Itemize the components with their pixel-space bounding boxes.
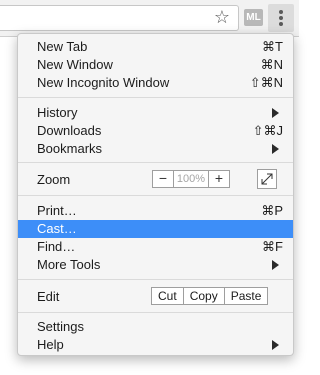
menu-dots-icon bbox=[279, 16, 283, 20]
copy-button[interactable]: Copy bbox=[182, 288, 224, 304]
menu-item-history[interactable]: History bbox=[18, 104, 293, 122]
browser-menu: New Tab ⌘T New Window ⌘N New Incognito W… bbox=[17, 33, 294, 356]
shortcut-label: ⌘F bbox=[262, 239, 283, 254]
zoom-level: 100% bbox=[173, 171, 209, 187]
menu-item-label: Find… bbox=[37, 239, 76, 254]
menu-item-label: Settings bbox=[37, 319, 84, 334]
menu-item-downloads[interactable]: Downloads ⇧⌘J bbox=[18, 122, 293, 140]
shortcut-label: ⇧⌘J bbox=[252, 123, 283, 138]
fullscreen-icon bbox=[261, 173, 273, 185]
menu-item-label: Print… bbox=[37, 203, 77, 218]
menu-item-label: Edit bbox=[37, 289, 60, 304]
menu-item-print[interactable]: Print… ⌘P bbox=[18, 202, 293, 220]
submenu-arrow-icon bbox=[272, 108, 279, 118]
edit-controls: Cut Copy Paste bbox=[151, 287, 269, 305]
menu-item-settings[interactable]: Settings bbox=[18, 318, 293, 336]
menu-button[interactable] bbox=[268, 4, 294, 32]
menu-item-new-incognito-window[interactable]: New Incognito Window ⇧⌘N bbox=[18, 74, 293, 92]
menu-item-new-tab[interactable]: New Tab ⌘T bbox=[18, 38, 293, 56]
menu-item-label: History bbox=[37, 105, 78, 120]
zoom-controls: − 100% + bbox=[152, 170, 230, 188]
submenu-arrow-icon bbox=[272, 144, 279, 154]
menu-dots-icon bbox=[279, 10, 283, 14]
menu-item-new-window[interactable]: New Window ⌘N bbox=[18, 56, 293, 74]
submenu-arrow-icon bbox=[272, 340, 279, 350]
menu-separator bbox=[18, 162, 293, 163]
menu-separator bbox=[18, 279, 293, 280]
menu-item-label: Bookmarks bbox=[37, 141, 103, 156]
menu-separator bbox=[18, 312, 293, 313]
menu-item-label: Help bbox=[37, 337, 64, 352]
address-bar[interactable] bbox=[0, 5, 239, 31]
menu-item-find[interactable]: Find… ⌘F bbox=[18, 238, 293, 256]
menu-item-more-tools[interactable]: More Tools bbox=[18, 256, 293, 274]
cut-button[interactable]: Cut bbox=[152, 288, 183, 304]
menu-item-label: Cast… bbox=[37, 221, 77, 236]
star-icon[interactable]: ☆ bbox=[212, 7, 232, 27]
menu-item-label: New Incognito Window bbox=[37, 75, 170, 90]
shortcut-label: ⌘P bbox=[261, 203, 283, 218]
menu-item-cast[interactable]: Cast… bbox=[18, 220, 293, 238]
menu-separator bbox=[18, 195, 293, 196]
menu-item-help[interactable]: Help bbox=[18, 336, 293, 354]
submenu-arrow-icon bbox=[272, 260, 279, 270]
menu-separator bbox=[18, 97, 293, 98]
paste-button[interactable]: Paste bbox=[223, 288, 268, 304]
menu-item-label: Zoom bbox=[37, 172, 71, 187]
menu-item-label: Downloads bbox=[37, 123, 102, 138]
browser-toolbar: ☆ ML bbox=[0, 0, 299, 37]
shortcut-label: ⇧⌘N bbox=[249, 75, 283, 90]
shortcut-label: ⌘N bbox=[260, 57, 283, 72]
fullscreen-button[interactable] bbox=[257, 169, 277, 189]
menu-item-label: New Tab bbox=[37, 39, 88, 54]
shortcut-label: ⌘T bbox=[262, 39, 283, 54]
zoom-out-button[interactable]: − bbox=[153, 171, 173, 187]
menu-item-bookmarks[interactable]: Bookmarks bbox=[18, 140, 293, 158]
extension-icon[interactable]: ML bbox=[244, 9, 263, 26]
menu-dots-icon bbox=[279, 22, 283, 26]
menu-item-label: More Tools bbox=[37, 257, 101, 272]
zoom-in-button[interactable]: + bbox=[209, 171, 229, 187]
menu-item-label: New Window bbox=[37, 57, 113, 72]
